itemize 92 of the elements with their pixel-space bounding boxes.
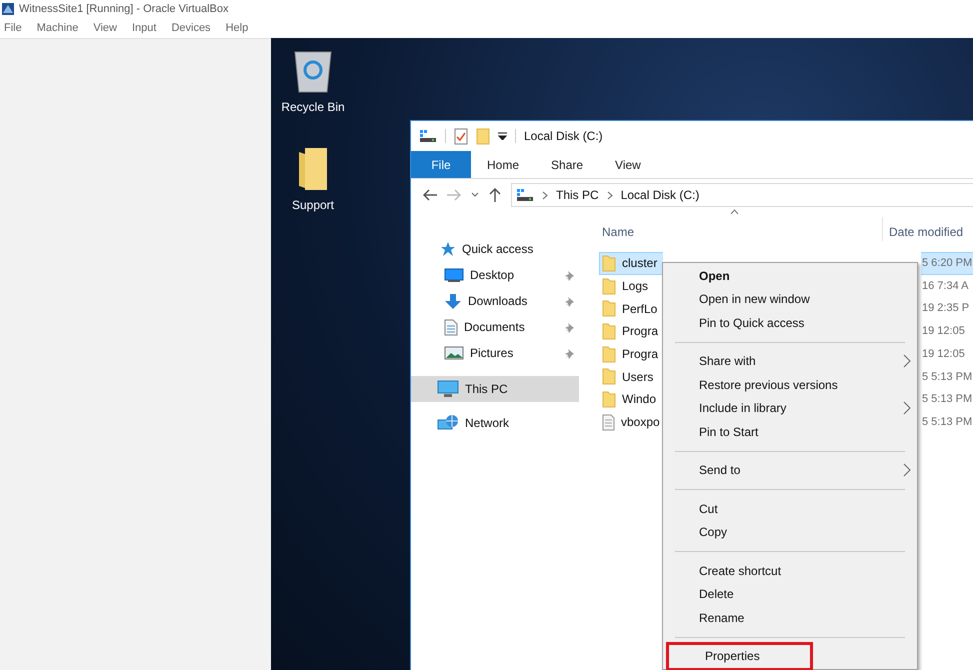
file-name: vboxpo — [621, 414, 660, 432]
date-modified: 19 12:05 — [921, 346, 966, 362]
star-icon — [440, 241, 456, 257]
date-modified: 19 2:35 P — [921, 301, 970, 316]
file-row[interactable]: PerfLo — [599, 297, 663, 320]
file-name: Progra — [622, 323, 658, 340]
menu-item[interactable]: File — [4, 20, 22, 36]
picture-icon — [444, 346, 464, 360]
breadcrumb-item[interactable]: This PC — [556, 186, 599, 204]
file-row[interactable]: Progra — [599, 320, 663, 343]
menu-item[interactable]: Input — [132, 20, 156, 36]
file-row[interactable]: Windo — [599, 388, 663, 411]
file-name: PerfLo — [622, 300, 658, 318]
nav-item[interactable]: Quick access — [411, 236, 579, 262]
forward-arrow-icon — [447, 189, 461, 201]
file-row[interactable]: cluster — [599, 252, 663, 275]
folder-icon — [602, 346, 616, 363]
desktop-icon-label[interactable]: Recycle Bin — [281, 98, 345, 116]
date-modified: 5 5:13 PM — [921, 414, 973, 430]
menu-item[interactable]: Delete — [663, 582, 917, 606]
nav-item[interactable]: Network — [411, 410, 579, 436]
chevron-down-icon — [471, 192, 479, 198]
address-bar[interactable]: This PC Local Disk (C:) — [511, 183, 973, 207]
date-modified: 5 5:13 PM — [921, 392, 973, 408]
dropdown-icon — [498, 132, 507, 140]
nav-item[interactable]: Downloads — [411, 288, 579, 314]
checklist-icon — [454, 128, 468, 144]
folder-icon — [602, 278, 616, 295]
column-header[interactable]: Date modified — [889, 223, 964, 241]
document-icon — [444, 318, 458, 336]
chevron-right-icon — [606, 190, 613, 200]
folder-icon — [476, 128, 490, 144]
breadcrumb-item[interactable]: Local Disk (C:) — [620, 186, 700, 204]
menu-item[interactable]: Rename — [663, 606, 917, 630]
menu-item[interactable]: Pin to Start — [663, 420, 917, 444]
chevron-right-icon — [542, 190, 548, 200]
folder-icon — [296, 146, 330, 192]
date-modified: 19 12:05 — [921, 324, 966, 340]
menu-item[interactable]: Include in library — [663, 396, 917, 420]
menu-item[interactable]: Cut — [663, 497, 917, 520]
menu-item[interactable]: Restore previous versions — [663, 373, 917, 396]
date-modified: 5 5:13 PM — [921, 370, 973, 385]
document-icon — [602, 414, 615, 431]
menu-item[interactable]: View — [93, 20, 117, 36]
drive-icon — [516, 188, 534, 202]
window-title: Local Disk (C:) — [524, 128, 603, 145]
desktop-icon-label[interactable]: Support — [292, 196, 334, 214]
file-name: Logs — [622, 278, 648, 296]
menu-item[interactable]: Open — [663, 264, 917, 288]
network-icon — [437, 414, 459, 432]
file-name: Windo — [622, 391, 656, 408]
up-arrow-icon — [489, 188, 501, 202]
nav-item[interactable]: Pictures — [411, 340, 579, 366]
menu-item[interactable]: Machine — [36, 20, 78, 36]
computer-icon — [437, 380, 459, 398]
date-modified: 16 7:34 A — [921, 278, 970, 294]
down-arrow-icon — [444, 292, 462, 310]
file-row[interactable]: Users — [599, 365, 663, 388]
nav-item[interactable]: This PC — [411, 376, 579, 402]
menu-item[interactable]: Create shortcut — [663, 559, 917, 582]
file-row[interactable]: Progra — [599, 342, 663, 366]
folder-icon — [602, 300, 616, 318]
nav-item[interactable]: Documents — [411, 314, 579, 340]
column-header[interactable]: Name — [602, 223, 882, 241]
chevron-right-icon — [903, 354, 911, 368]
file-name: Users — [622, 368, 654, 386]
file-row[interactable]: vboxpo — [599, 410, 663, 434]
back-arrow-icon — [423, 189, 437, 201]
drive-icon — [419, 129, 437, 143]
folder-icon — [602, 322, 616, 340]
menu-item[interactable]: Share with — [663, 350, 917, 373]
app-icon — [1, 2, 15, 16]
folder-icon — [602, 368, 616, 386]
folder-icon — [602, 254, 616, 272]
chevron-right-icon — [903, 401, 911, 416]
menu-item[interactable]: Devices — [171, 20, 211, 36]
menu-item[interactable]: Send to — [663, 458, 917, 482]
date-modified: 5 6:20 PM — [921, 252, 973, 275]
file-name: cluster — [622, 255, 658, 272]
file-name: Progra — [622, 346, 658, 364]
folder-icon — [602, 390, 616, 408]
nav-item[interactable]: Desktop — [411, 262, 579, 288]
menu-item[interactable]: Help — [226, 20, 248, 36]
window-title: WitnessSite1 [Running] - Oracle VirtualBox — [19, 2, 228, 17]
monitor-icon — [444, 268, 464, 282]
chevron-right-icon — [903, 463, 911, 478]
file-row[interactable]: Logs — [599, 274, 663, 298]
menu-item[interactable]: Open in new window — [663, 288, 917, 311]
menu-item[interactable]: Pin to Quick access — [663, 311, 917, 334]
menu-item[interactable]: Copy — [663, 520, 917, 544]
ribbon-tab[interactable]: File — [411, 151, 471, 178]
menu-item[interactable]: Properties — [669, 644, 810, 668]
